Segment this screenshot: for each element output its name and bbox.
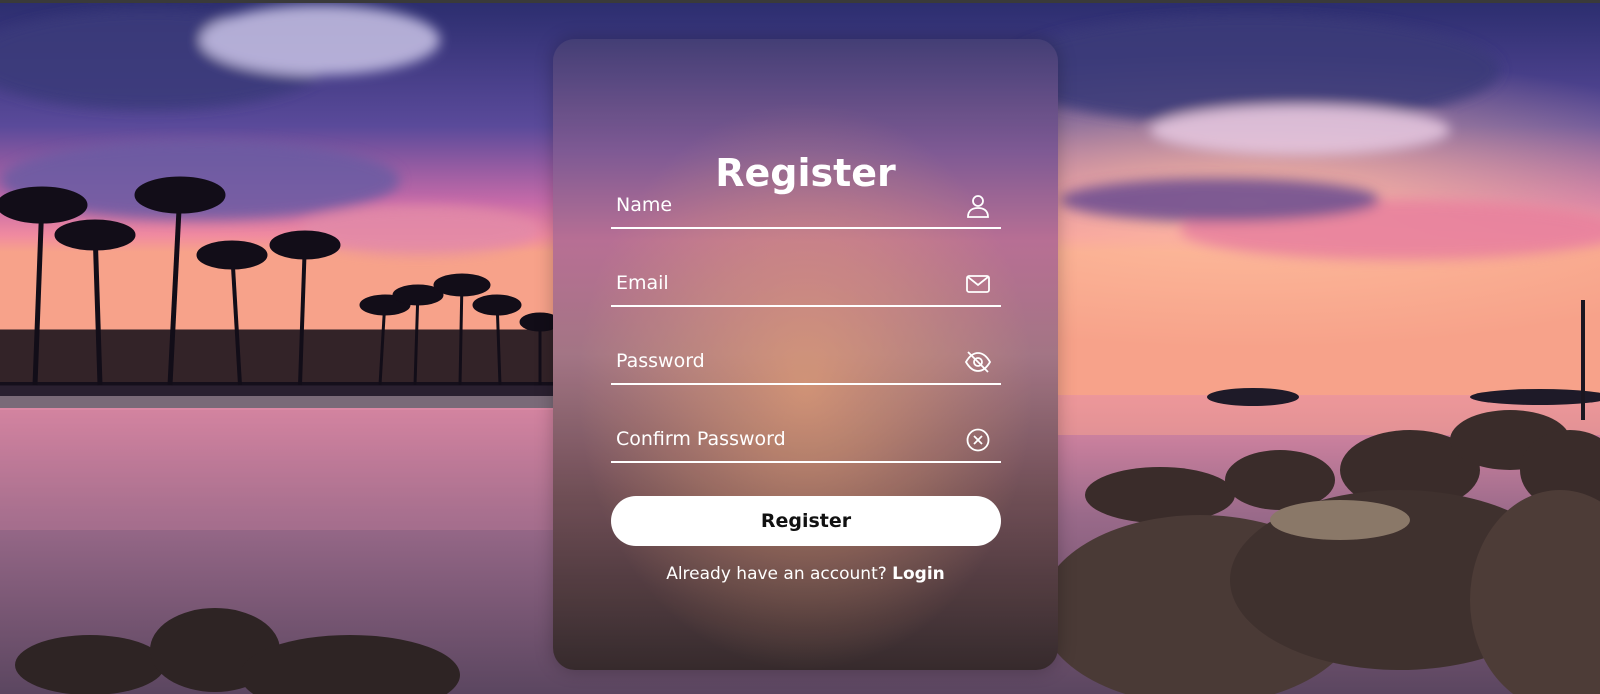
window-top-bar <box>0 0 1600 3</box>
mail-icon <box>965 271 991 297</box>
close-circle-icon[interactable] <box>965 427 991 453</box>
email-field-container <box>611 263 1001 307</box>
login-prompt: Already have an account? Login <box>553 562 1058 586</box>
name-input[interactable] <box>611 185 946 225</box>
eye-off-icon[interactable] <box>965 349 991 375</box>
password-field-container <box>611 341 1001 385</box>
register-button[interactable]: Register <box>611 496 1001 546</box>
email-input[interactable] <box>611 263 946 303</box>
register-card: Register Name Email Register Already hav… <box>553 39 1058 670</box>
page-root: Register Name Email Register Already hav… <box>0 0 1600 694</box>
login-link[interactable]: Login <box>892 564 945 584</box>
user-icon <box>965 193 991 219</box>
login-prompt-text: Already have an account? <box>666 564 887 584</box>
password-input[interactable] <box>611 341 946 381</box>
name-field-container <box>611 185 1001 229</box>
confirm-password-input[interactable] <box>611 419 946 459</box>
confirm-password-field-container <box>611 419 1001 463</box>
